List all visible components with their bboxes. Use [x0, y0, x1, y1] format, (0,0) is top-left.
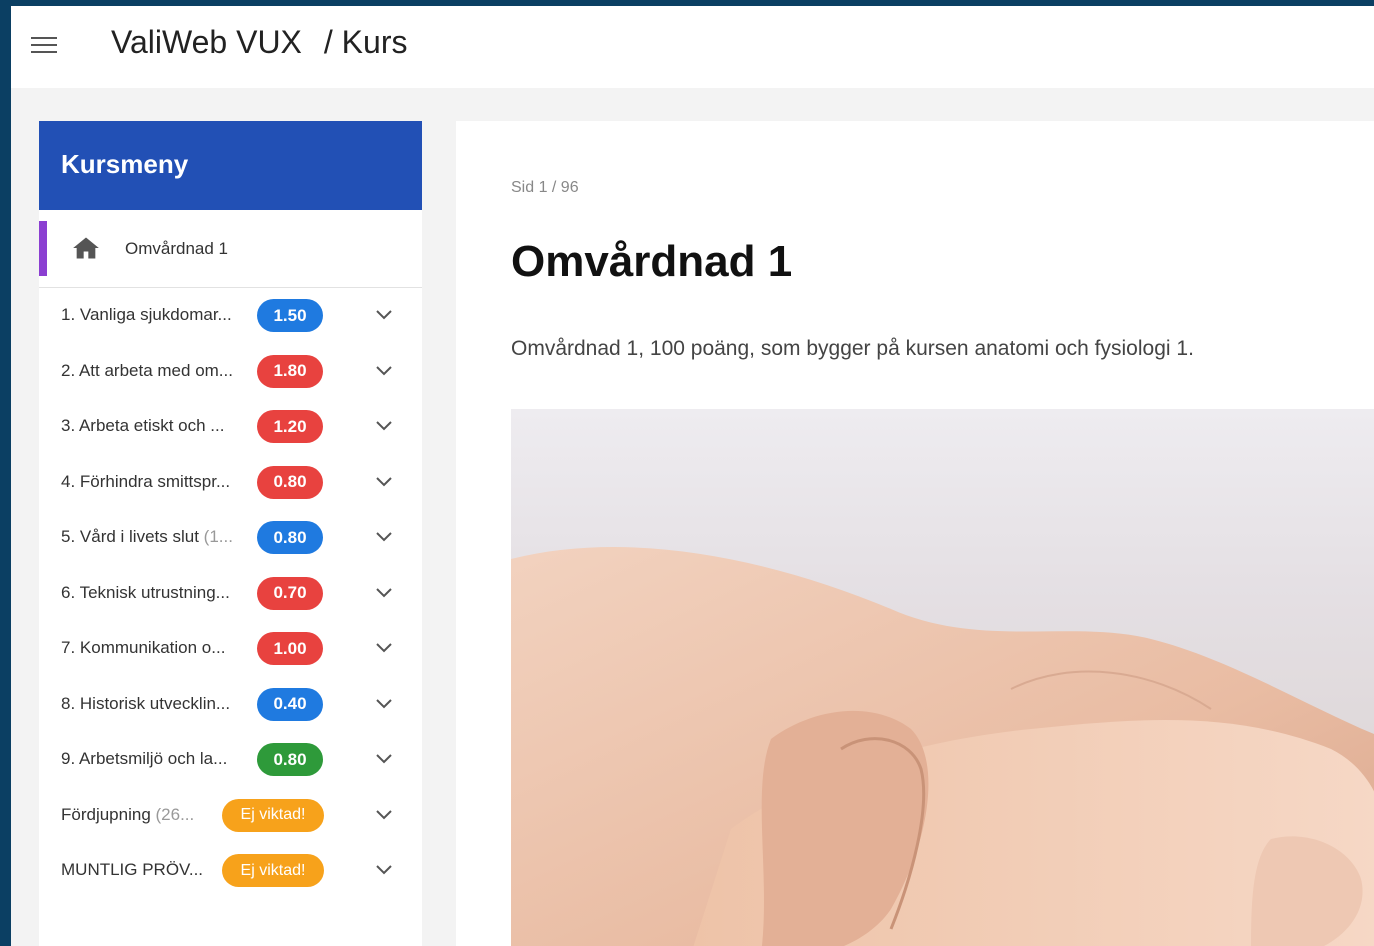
- sidebar-title: Kursmeny: [39, 121, 422, 210]
- home-icon: [73, 237, 99, 259]
- module-title: 6. Teknisk utrustning...: [61, 582, 230, 602]
- page-indicator: Sid 1 / 96: [511, 179, 579, 196]
- module-label: 3. Arbeta etiskt och ...: [61, 416, 251, 436]
- module-title: 9. Arbetsmiljö och la...: [61, 749, 228, 768]
- module-label: 2. Att arbeta med om...: [61, 361, 251, 381]
- module-weight-badge: 0.80: [257, 743, 323, 776]
- sidebar-module-item[interactable]: 7. Kommunikation o... 1.00: [39, 621, 422, 677]
- course-menu-sidebar: Kursmeny Omvårdnad 1 1. Vanliga sjukdoma…: [39, 121, 422, 946]
- sidebar-module-item[interactable]: 6. Teknisk utrustning... 0.70: [39, 566, 422, 622]
- sidebar-module-item[interactable]: Fördjupning (26... Ej viktad!: [39, 788, 422, 844]
- module-weight-badge: 1.20: [257, 410, 323, 443]
- sidebar-module-item[interactable]: 2. Att arbeta med om... 1.80: [39, 344, 422, 400]
- sidebar-module-item[interactable]: 9. Arbetsmiljö och la... 0.80: [39, 732, 422, 788]
- app-name[interactable]: ValiWeb VUX: [111, 24, 302, 60]
- module-weight-badge: 1.80: [257, 354, 323, 388]
- active-indicator: [39, 221, 47, 276]
- module-label: 5. Vård i livets slut (1...: [61, 527, 251, 547]
- chevron-down-icon[interactable]: [375, 864, 393, 876]
- chevron-down-icon[interactable]: [375, 642, 393, 654]
- hands-illustration: [511, 409, 1374, 946]
- chevron-down-icon[interactable]: [375, 698, 393, 710]
- module-title-suffix: (1...: [203, 527, 233, 546]
- sidebar-home-item[interactable]: Omvårdnad 1: [39, 210, 422, 288]
- app-title: ValiWeb VUX / Kurs: [111, 24, 407, 61]
- module-label: 7. Kommunikation o...: [61, 638, 251, 658]
- main-content: Sid 1 / 96 Omvårdnad 1 Omvårdnad 1, 100 …: [456, 121, 1374, 946]
- chevron-down-icon[interactable]: [375, 309, 393, 321]
- module-label: 6. Teknisk utrustning...: [61, 583, 251, 603]
- module-title: 1. Vanliga sjukdomar...: [61, 305, 232, 324]
- sidebar-module-item[interactable]: 5. Vård i livets slut (1... 0.80: [39, 510, 422, 566]
- chevron-down-icon[interactable]: [375, 420, 393, 432]
- module-title: 2. Att arbeta med om...: [61, 360, 233, 380]
- module-weight-badge: Ej viktad!: [222, 798, 324, 832]
- sidebar-module-item[interactable]: 4. Förhindra smittspr... 0.80: [39, 455, 422, 511]
- module-weight-badge: 0.80: [257, 465, 323, 499]
- module-label: 8. Historisk utvecklin...: [61, 694, 251, 714]
- module-title: MUNTLIG PRÖV...: [61, 860, 204, 879]
- module-weight-badge: 1.00: [257, 632, 323, 665]
- module-title: Fördjupning: [61, 804, 156, 824]
- course-module-list: 1. Vanliga sjukdomar... 1.50 2. Att arbeta…: [39, 288, 422, 899]
- chevron-down-icon[interactable]: [375, 365, 393, 377]
- module-label: 4. Förhindra smittspr...: [61, 472, 251, 492]
- chevron-down-icon[interactable]: [375, 809, 393, 821]
- module-weight-badge: Ej viktad!: [222, 854, 324, 887]
- chevron-down-icon[interactable]: [375, 476, 393, 488]
- chevron-down-icon[interactable]: [375, 753, 393, 765]
- page-title: Omvårdnad 1: [511, 237, 793, 286]
- module-weight-badge: 1.50: [257, 299, 323, 332]
- module-title-suffix: (26...: [155, 804, 195, 824]
- module-weight-badge: 0.40: [257, 687, 323, 721]
- module-label: 9. Arbetsmiljö och la...: [61, 749, 251, 769]
- module-title: 7. Kommunikation o...: [61, 638, 226, 657]
- hamburger-menu-icon[interactable]: [31, 33, 59, 57]
- top-bar: ValiWeb VUX / Kurs: [11, 6, 1374, 88]
- sidebar-module-item[interactable]: 8. Historisk utvecklin... 0.40: [39, 677, 422, 733]
- sidebar-module-item[interactable]: 1. Vanliga sjukdomar... 1.50: [39, 288, 422, 344]
- module-title: 4. Förhindra smittspr...: [61, 471, 231, 491]
- page-description: Omvårdnad 1, 100 poäng, som bygger på ku…: [511, 337, 1194, 360]
- sidebar-module-item[interactable]: MUNTLIG PRÖV... Ej viktad!: [39, 843, 422, 899]
- module-weight-badge: 0.70: [257, 576, 323, 610]
- module-title: 5. Vård i livets slut: [61, 527, 204, 546]
- module-label: 1. Vanliga sjukdomar...: [61, 305, 251, 325]
- sidebar-module-item[interactable]: 3. Arbeta etiskt och ... 1.20: [39, 399, 422, 455]
- module-title: 3. Arbeta etiskt och ...: [61, 416, 225, 435]
- course-photo: [511, 409, 1374, 946]
- home-label: Omvårdnad 1: [125, 239, 228, 258]
- module-weight-badge: 0.80: [257, 521, 323, 554]
- chevron-down-icon[interactable]: [375, 587, 393, 599]
- chevron-down-icon[interactable]: [375, 531, 393, 543]
- breadcrumb-section: / Kurs: [323, 24, 408, 60]
- app-window: ValiWeb VUX / Kurs Kursmeny Omvårdnad 1 1…: [11, 6, 1374, 946]
- module-title: 8. Historisk utvecklin...: [61, 693, 231, 713]
